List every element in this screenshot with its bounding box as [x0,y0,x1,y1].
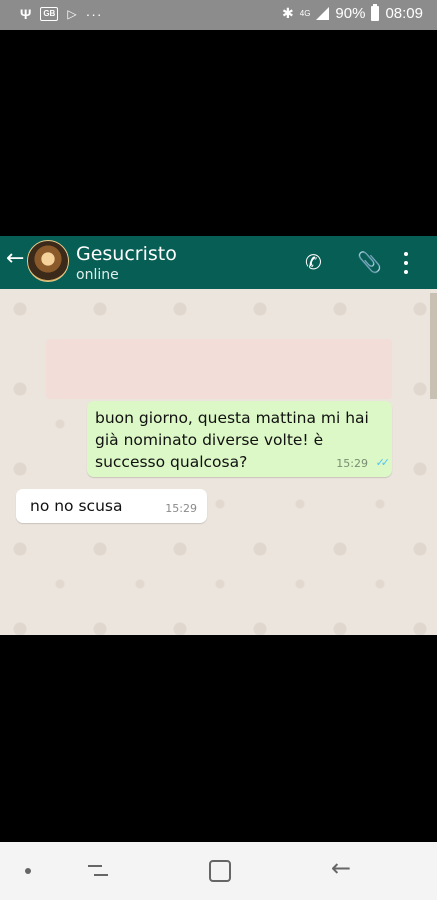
incoming-message[interactable]: no no scusa 15:29 [16,489,207,523]
battery-percent: 90% [335,5,366,22]
bluetooth-icon: ✱ [282,5,294,21]
message-text: buon giorno, questa mattina mi hai già n… [95,409,369,471]
play-store-icon: ▷ [67,7,77,21]
phone-icon[interactable]: ✆ [305,251,322,273]
home-icon[interactable] [209,860,231,882]
status-left: Ψ GB ▷ ··· [20,6,103,22]
contact-name[interactable]: Gesucristo [76,243,177,265]
nav-back-icon[interactable]: ← [331,856,351,880]
battery-icon [371,4,380,21]
back-arrow-icon[interactable]: ← [6,248,24,270]
usb-icon: Ψ [20,6,32,22]
outgoing-message[interactable]: buon giorno, questa mattina mi hai già n… [87,401,392,477]
message-time: 15:29 [336,457,368,470]
gallery-icon: GB [40,7,59,21]
more-notifications-icon: ··· [85,6,103,22]
contact-status: online [76,267,119,283]
chat-background: buon giorno, questa mattina mi hai già n… [0,289,437,635]
message-text: no no scusa [30,497,123,515]
whatsapp-screenshot: ← Gesucristo online ✆ 📎 buon giorno, que… [0,236,437,635]
read-ticks-icon: ✓✓ [375,456,391,469]
signal-icon [316,7,330,20]
chat-header: ← Gesucristo online ✆ 📎 [0,236,437,289]
message-time: 15:29 [165,502,197,515]
status-right: ✱ 4G 90% 08:09 [282,4,423,22]
avatar[interactable] [27,240,69,282]
redacted-message [46,339,392,399]
more-vert-icon[interactable] [404,252,408,274]
network-type-label: 4G [299,8,311,18]
scroll-edge [430,293,437,399]
recent-apps-icon[interactable] [88,859,108,881]
nav-dot-icon[interactable] [25,868,31,874]
paperclip-icon[interactable]: 📎 [357,251,382,273]
navigation-bar: ← [0,842,437,900]
status-bar: Ψ GB ▷ ··· ✱ 4G 90% 08:09 [0,0,437,30]
clock: 08:09 [385,5,423,22]
